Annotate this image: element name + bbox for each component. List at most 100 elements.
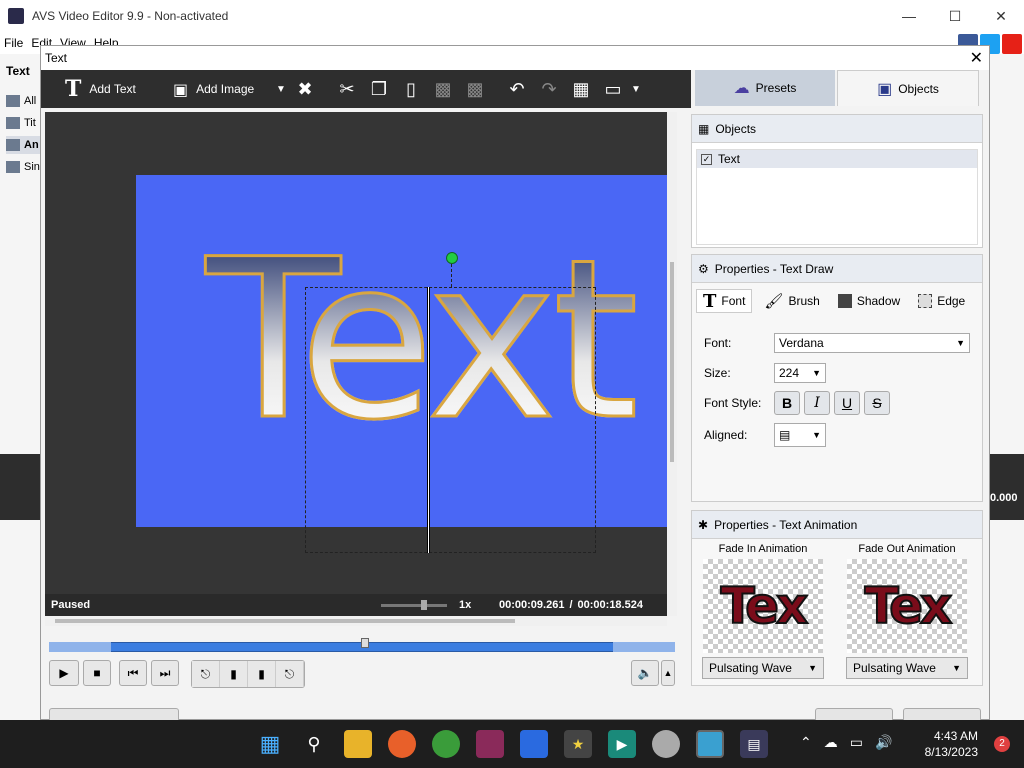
star-app-icon[interactable]: ★ — [564, 730, 592, 758]
font-style-label: Font Style: — [704, 396, 762, 410]
speed-slider[interactable] — [381, 599, 447, 610]
objects-panel: ▦ Objects ✓ Text — [691, 114, 983, 248]
panel-tabs: ☁ Presets ▣ Objects — [695, 70, 991, 108]
cloud-icon[interactable]: ☁ — [824, 734, 838, 751]
chevron-up-icon[interactable]: ⌃ — [800, 734, 812, 751]
display-dropdown-icon[interactable]: ▼ — [629, 70, 643, 108]
italic-button[interactable]: I — [804, 391, 830, 415]
app-icon-blue[interactable] — [520, 730, 548, 758]
text-dialog: Text ✕ T Add Text ▣ Add Image ▼ ✖ ✂ ❐ ▯ ▩ … — [40, 45, 991, 724]
bring-forward-icon[interactable]: ▩ — [427, 70, 459, 108]
left-item[interactable]: All — [6, 92, 40, 110]
system-tray: ⌃ ☁ ▭ 🔊 — [800, 734, 892, 751]
minimize-button[interactable]: — — [886, 0, 932, 32]
fade-in-preview[interactable]: Tex — [703, 559, 823, 653]
network-icon[interactable]: ▭ — [850, 734, 863, 751]
tab-font[interactable]: T Font — [696, 289, 753, 313]
cut-icon[interactable]: ✂ — [331, 70, 363, 108]
search-icon[interactable]: ⚲ — [300, 730, 328, 758]
checkbox[interactable]: ✓ — [701, 153, 712, 165]
app-title: AVS Video Editor 9.9 - Non-activated — [32, 9, 229, 23]
delete-icon[interactable]: ✖ — [289, 70, 321, 108]
send-backward-icon[interactable]: ▩ — [459, 70, 491, 108]
maximize-button[interactable]: ☐ — [932, 0, 978, 32]
youtube-icon[interactable] — [1002, 34, 1022, 54]
preview-horizontal-scrollbar[interactable] — [45, 616, 667, 626]
dialog-title: Text — [45, 51, 68, 65]
tab-presets[interactable]: ☁ Presets — [695, 70, 835, 106]
selection-box[interactable] — [305, 287, 596, 553]
firefox-icon[interactable] — [388, 730, 416, 758]
tab-shadow[interactable]: Shadow — [832, 289, 906, 313]
alignment-select[interactable]: ▤ ▼ — [774, 423, 826, 447]
preview-vertical-scrollbar[interactable] — [667, 112, 677, 616]
background-dark-strip — [0, 454, 40, 520]
close-window-button[interactable]: ✕ — [978, 0, 1024, 32]
fade-out-preview[interactable]: Tex — [847, 559, 967, 653]
bold-button[interactable]: B — [774, 391, 800, 415]
next-frame-button[interactable]: ⏭ — [151, 660, 179, 686]
size-row: Size: 224 ▼ — [704, 363, 826, 383]
volume-icon[interactable]: 🔈 — [631, 660, 659, 686]
fade-out-start-button[interactable]: ▮ — [248, 661, 276, 687]
add-text-button[interactable]: T Add Text — [65, 70, 173, 108]
undo-icon[interactable]: ↶ — [501, 70, 533, 108]
rotation-handle[interactable] — [446, 252, 458, 264]
paste-icon[interactable]: ▯ — [395, 70, 427, 108]
font-select[interactable]: Verdana ▼ — [774, 333, 970, 353]
play-button[interactable]: ▶ — [49, 660, 79, 686]
left-tab-text[interactable]: Text — [6, 64, 30, 78]
background-time-strip: 0.000 — [990, 454, 1024, 520]
stop-button[interactable]: ■ — [83, 660, 111, 686]
list-item[interactable]: ✓ Text — [697, 150, 977, 168]
disc-app-icon[interactable] — [652, 730, 680, 758]
left-item[interactable]: Sin — [6, 158, 40, 176]
clock[interactable]: 4:43 AM 8/13/2023 — [925, 728, 978, 760]
volume-dropdown-icon[interactable]: ▲ — [661, 660, 675, 686]
tab-objects[interactable]: ▣ Objects — [837, 70, 979, 106]
chrome-icon[interactable] — [432, 730, 460, 758]
speaker-icon[interactable]: 🔊 — [875, 734, 892, 751]
preview-area[interactable]: Text Paused 1x 00:00:09.261 / 00:00:18.5… — [45, 112, 667, 616]
fade-in-start-button[interactable]: ⎋ — [192, 661, 220, 687]
volume-controls: 🔈 ▲ — [631, 660, 675, 686]
copy-icon[interactable]: ❐ — [363, 70, 395, 108]
notification-badge[interactable]: 2 — [994, 736, 1010, 752]
taskbar: ▦ ⚲ ★ ▶ ▤ ⌃ ☁ ▭ 🔊 4:43 AM 8/13/2023 2 — [0, 720, 1024, 768]
photo-app-icon[interactable] — [696, 730, 724, 758]
aligned-label: Aligned: — [704, 428, 748, 442]
tab-edge[interactable]: Edge — [912, 289, 971, 313]
menu-file[interactable]: File — [0, 36, 27, 50]
scroll-thumb[interactable] — [55, 619, 515, 623]
file-explorer-icon[interactable] — [344, 730, 372, 758]
main-titlebar: AVS Video Editor 9.9 - Non-activated — ☐… — [0, 0, 1024, 32]
fade-out-select[interactable]: Pulsating Wave ▼ — [846, 657, 968, 679]
left-item[interactable]: Tit — [6, 114, 40, 132]
aligned-row: Aligned: ▤ ▼ — [704, 423, 826, 447]
fade-in-column: Fade In Animation Tex Pulsating Wave ▼ — [698, 543, 828, 679]
left-item[interactable]: An — [6, 136, 40, 154]
avs-video-editor-icon[interactable]: ▤ — [740, 730, 768, 758]
media-app-icon[interactable]: ▶ — [608, 730, 636, 758]
add-image-dropdown-icon[interactable]: ▼ — [273, 70, 289, 108]
windows-start-icon[interactable]: ▦ — [256, 730, 284, 758]
grid-icon[interactable]: ▦ — [565, 70, 597, 108]
underline-button[interactable]: U — [834, 391, 860, 415]
fade-in-select[interactable]: Pulsating Wave ▼ — [702, 657, 824, 679]
scroll-thumb[interactable] — [670, 262, 674, 462]
display-icon[interactable]: ▭ — [597, 70, 629, 108]
strikethrough-button[interactable]: S — [864, 391, 890, 415]
fade-controls: ⎋ ▮ ▮ ⎋ — [191, 660, 305, 688]
fade-out-end-button[interactable]: ⎋ — [276, 661, 304, 687]
size-select[interactable]: 224 ▼ — [774, 363, 826, 383]
add-image-button[interactable]: ▣ Add Image — [173, 70, 273, 108]
redo-icon[interactable]: ↷ — [533, 70, 565, 108]
fade-in-end-button[interactable]: ▮ — [220, 661, 248, 687]
tab-brush[interactable]: 🖌 Brush — [758, 289, 825, 313]
previous-frame-button[interactable]: ⏮ — [119, 660, 147, 686]
timeline-slider[interactable] — [49, 638, 675, 652]
timeline-position-handle[interactable] — [361, 638, 369, 648]
editor-toolbar: T Add Text ▣ Add Image ▼ ✖ ✂ ❐ ▯ ▩ ▩ ↶ ↷ ▦… — [41, 70, 691, 108]
dialog-close-icon[interactable]: ✕ — [970, 48, 983, 68]
winrar-icon[interactable] — [476, 730, 504, 758]
